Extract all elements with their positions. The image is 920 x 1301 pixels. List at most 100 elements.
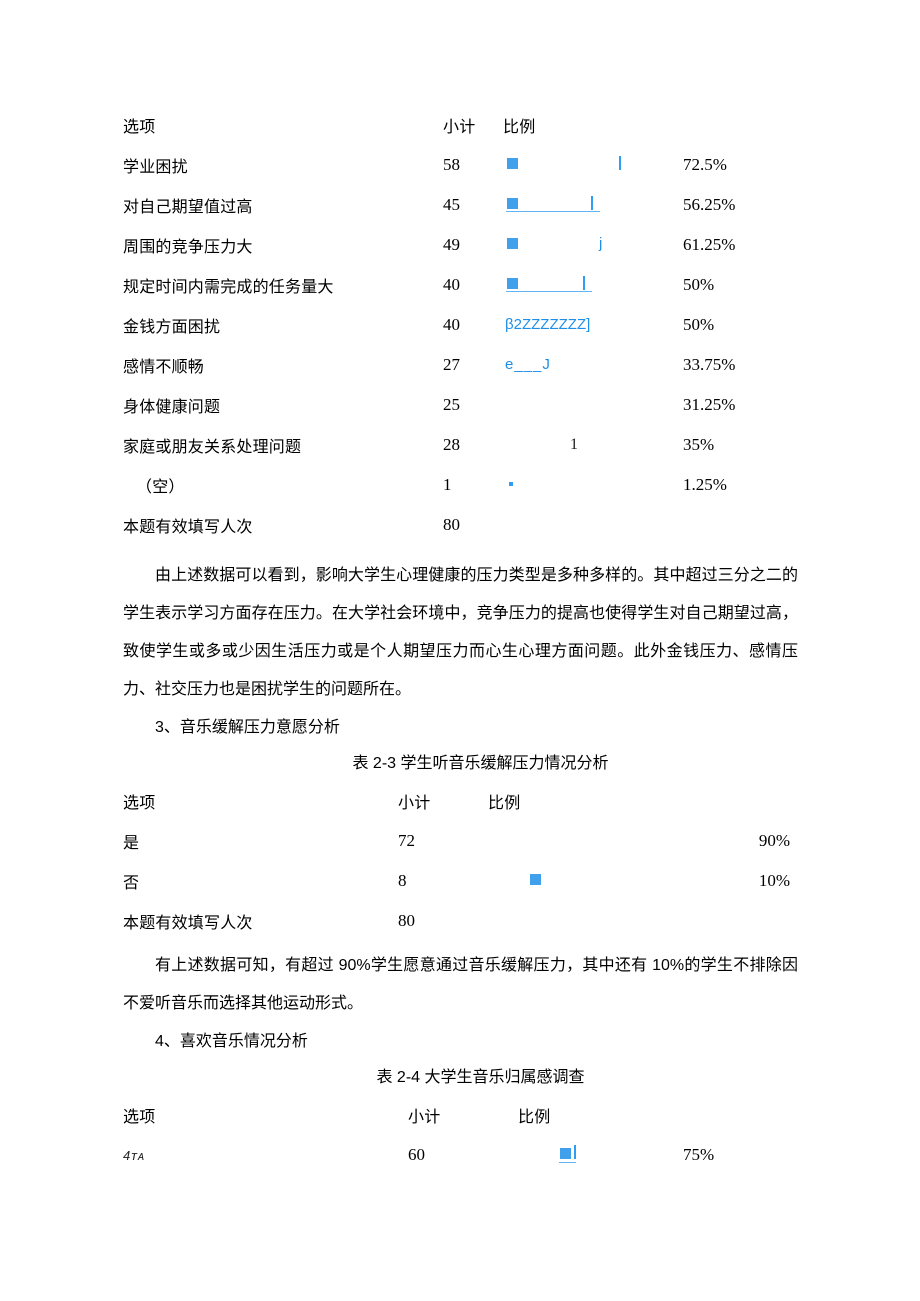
bar-fragment-glyph: β2ZZZZZZZ] [505, 316, 591, 333]
row-bar-graphic: e___J [503, 345, 683, 385]
bar-fragment-tick [583, 276, 585, 290]
row-bar-graphic [488, 861, 683, 901]
table-header-row: 选项 小计 比例 [123, 1095, 798, 1135]
row-count-value: 40 [443, 275, 460, 294]
table-row: 周围的竞争压力大 49 j 61.25% [123, 225, 798, 265]
bar-fragment-square [507, 278, 518, 289]
bar-fragment-glyph: 1 [570, 436, 578, 453]
table-row: 规定时间内需完成的任务量大 40 50% [123, 265, 798, 305]
bar-fragment-square [507, 158, 518, 169]
row-bar-graphic [503, 145, 683, 185]
row-option-label: 否 [123, 875, 140, 892]
row-count-value: 45 [443, 195, 460, 214]
table-row: 学业困扰 58 72.5% [123, 145, 798, 185]
row-option-label: 是 [123, 835, 140, 852]
total-count-value: 80 [398, 911, 415, 930]
row-option-label: 金钱方面困扰 [123, 319, 221, 336]
section-heading-4: 4、喜欢音乐情况分析 [155, 1033, 308, 1050]
table-total-row: 本题有效填写人次 80 [123, 901, 798, 941]
table-2-4: 选项 小计 比例 4ᴛᴀ 60 75% [123, 1095, 798, 1175]
analysis-paragraph-2: 有上述数据可知，有超过 90%学生愿意通过音乐缓解压力，其中还有 10%的学生不… [123, 957, 798, 1012]
row-bar-graphic [503, 265, 683, 305]
header-count: 小计 [398, 795, 431, 812]
row-option-label: 周围的竞争压力大 [123, 239, 253, 256]
row-bar-graphic [488, 821, 683, 861]
total-count-value: 80 [443, 515, 460, 534]
bar-fragment-square [507, 238, 518, 249]
row-pct-value: 35% [683, 435, 715, 454]
row-option-label: 学业困扰 [123, 159, 188, 176]
row-pct-value: 10% [758, 871, 790, 890]
row-count-value: 8 [398, 871, 407, 890]
row-count-value: 60 [408, 1145, 425, 1164]
row-pct-value: 72.5% [683, 155, 727, 174]
page-content: 选项 小计 比例 学业困扰 58 72.5% 对自己期望值过高 45 56.25… [123, 105, 798, 1175]
total-label: 本题有效填写人次 [123, 915, 253, 932]
bar-fragment-dot [509, 482, 513, 486]
table-row: 家庭或朋友关系处理问题 28 1 35% [123, 425, 798, 465]
bar-fragment-square [507, 198, 518, 209]
total-label: 本题有效填写人次 [123, 519, 253, 536]
table-total-row: 本题有效填写人次 80 [123, 505, 798, 545]
row-option-label: 对自己期望值过高 [123, 199, 253, 216]
header-ratio: 比例 [503, 119, 536, 136]
row-bar-graphic [518, 1135, 683, 1175]
header-option: 选项 [123, 119, 156, 136]
row-count-value: 40 [443, 315, 460, 334]
analysis-paragraph-1: 由上述数据可以看到，影响大学生心理健康的压力类型是多种多样的。其中超过三分之二的… [123, 567, 798, 698]
row-bar-graphic: β2ZZZZZZZ] [503, 305, 683, 345]
header-spacer [683, 781, 798, 821]
row-bar-graphic: 1 [503, 425, 683, 465]
bar-fragment-tick [591, 196, 593, 210]
table-row: （空） 1 1.25% [123, 465, 798, 505]
bar-fragment-rule [506, 291, 592, 292]
table-2-4-caption: 表 2-4 大学生音乐归属感调查 [376, 1069, 585, 1086]
header-option: 选项 [123, 1109, 156, 1126]
row-pct-value: 61.25% [683, 235, 736, 254]
row-pct-value: 75% [683, 1145, 715, 1164]
section-heading-3: 3、音乐缓解压力意愿分析 [155, 719, 340, 736]
bar-fragment-square [560, 1148, 571, 1159]
table-row: 金钱方面困扰 40 β2ZZZZZZZ] 50% [123, 305, 798, 345]
row-pct-value: 50% [683, 275, 715, 294]
table-row: 身体健康问题 25 31.25% [123, 385, 798, 425]
header-spacer [683, 105, 798, 145]
table-row: 是 72 90% [123, 821, 798, 861]
row-pct-value: 33.75% [683, 355, 736, 374]
total-pct-spacer [683, 901, 798, 941]
row-count-value: 1 [443, 475, 452, 494]
row-option-label: 规定时间内需完成的任务量大 [123, 279, 334, 296]
row-option-label: 家庭或朋友关系处理问题 [123, 439, 302, 456]
table-2-3-caption: 表 2-3 学生听音乐缓解压力情况分析 [352, 755, 609, 772]
row-count-value: 49 [443, 235, 460, 254]
bar-fragment-glyph: j [599, 235, 603, 252]
bar-fragment-tick [574, 1145, 576, 1159]
row-option-label: （空） [136, 479, 185, 496]
row-bar-graphic [503, 385, 683, 425]
row-option-label: 4ᴛᴀ [123, 1147, 145, 1163]
table-row: 否 8 10% [123, 861, 798, 901]
row-count-value: 27 [443, 355, 460, 374]
row-bar-graphic [503, 465, 683, 505]
total-bar-spacer [503, 505, 683, 545]
row-count-value: 58 [443, 155, 460, 174]
row-bar-graphic: j [503, 225, 683, 265]
row-option-label: 身体健康问题 [123, 399, 221, 416]
row-bar-graphic [503, 185, 683, 225]
header-option: 选项 [123, 795, 156, 812]
table-row: 4ᴛᴀ 60 75% [123, 1135, 798, 1175]
total-pct-spacer [683, 505, 798, 545]
row-pct-value: 90% [758, 831, 790, 850]
row-pct-value: 31.25% [683, 395, 736, 414]
table-row: 对自己期望值过高 45 56.25% [123, 185, 798, 225]
bar-fragment-tick [619, 156, 621, 170]
row-option-label: 感情不顺畅 [123, 359, 205, 376]
row-pct-value: 50% [683, 315, 715, 334]
bar-fragment-rule [506, 211, 600, 212]
total-bar-spacer [488, 901, 683, 941]
header-spacer [683, 1095, 798, 1135]
table-2-2: 选项 小计 比例 学业困扰 58 72.5% 对自己期望值过高 45 56.25… [123, 105, 798, 545]
bar-fragment-rule [559, 1162, 576, 1163]
row-pct-value: 56.25% [683, 195, 736, 214]
